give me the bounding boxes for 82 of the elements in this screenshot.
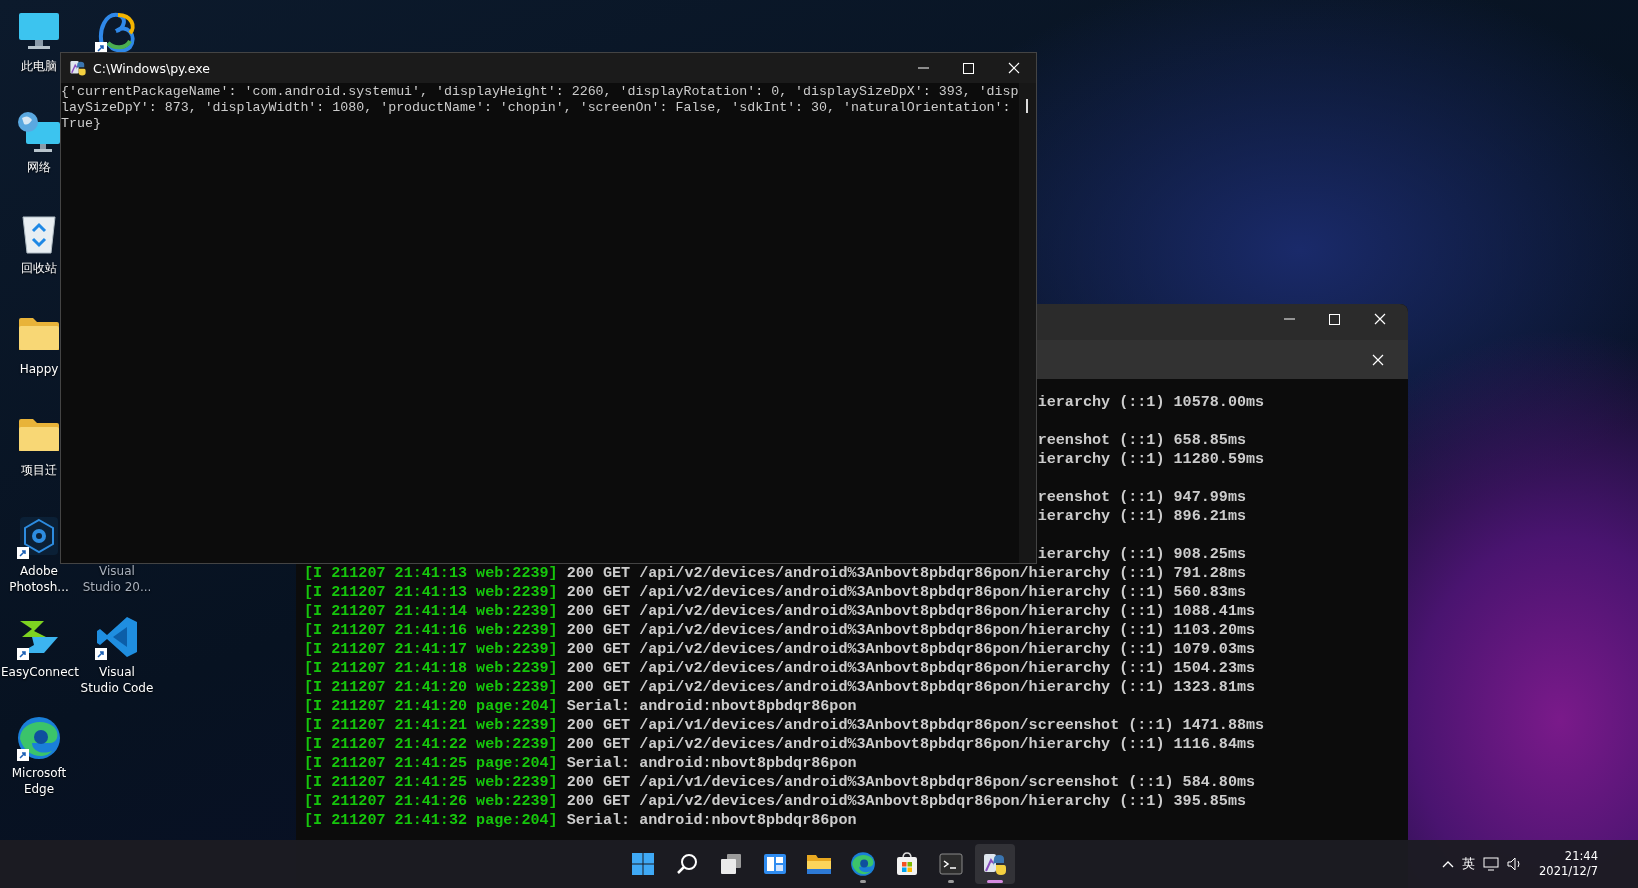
monitor-icon [17, 11, 61, 51]
network-icon [1483, 857, 1500, 871]
desktop-icon-label[interactable]: Visual Studio Code [79, 664, 155, 696]
clock-date[interactable]: 2021/12/7 [1539, 864, 1598, 879]
vscode-icon [95, 615, 139, 659]
shortcut-arrow-icon [95, 648, 107, 660]
network-icon [16, 110, 62, 154]
log-message: ierarchy (::1) 10578.00ms [1037, 393, 1265, 412]
minimize-icon [1284, 318, 1295, 320]
input-language-indicator[interactable]: 英 [1462, 855, 1476, 873]
log-tag: [I 211207 21:41:26 web:2239] [304, 792, 558, 811]
desktop-icon-label[interactable]: Microsoft Edge [1, 765, 77, 797]
clock-time[interactable]: 21:44 [1564, 849, 1598, 864]
log-message: Serial: android:nbovt8pbdqr86pon [566, 697, 857, 716]
python-launcher-icon [69, 59, 87, 77]
log-tag: [I 211207 21:41:20 web:2239] [304, 678, 558, 697]
window-title: C:\Windows\py.exe [93, 60, 211, 76]
close-icon [1371, 353, 1384, 366]
log-message: 200 GET /api/v2/devices/android%3Anbovt8pbdqr86pon/hierarchy (::1) 1079.03ms [566, 640, 1256, 659]
folder-icon [17, 316, 61, 352]
windows-start-icon [631, 852, 655, 876]
close-icon [1007, 62, 1020, 74]
photoshop-icon [19, 516, 59, 556]
minimize-icon [918, 67, 929, 69]
desktop-icon-label[interactable]: 项目迁 [21, 462, 57, 478]
search-icon [675, 852, 699, 876]
log-tag: [I 211207 21:41:13 web:2239] [304, 583, 558, 602]
log-tag: [I 211207 21:41:20 page:204] [304, 697, 558, 716]
log-message: 200 GET /api/v2/devices/android%3Anbovt8pbdqr86pon/hierarchy (::1) 560.83ms [566, 583, 1246, 602]
log-message: 200 GET /api/v1/devices/android%3Anbovt8pbdqr86pon/screenshot (::1) 584.80ms [566, 773, 1256, 792]
log-tag: [I 211207 21:41:16 web:2239] [304, 621, 558, 640]
console-output-line: laySizeDpY': 873, 'displayWidth': 1080, 'productName': 'chopin', 'screenOn': False, 'sdkInt': 30, 'naturalOrientation': [61, 100, 1012, 116]
widgets-icon [763, 852, 787, 876]
desktop-icon-label[interactable]: Happy [19, 361, 59, 377]
desktop-icon-label[interactable]: Adobe Photosh... [1, 563, 77, 595]
log-tag: [I 211207 21:41:18 web:2239] [304, 659, 558, 678]
log-tag: [I 211207 21:41:17 web:2239] [304, 640, 558, 659]
log-message: reenshot (::1) 947.99ms [1037, 488, 1246, 507]
shortcut-arrow-icon [17, 547, 29, 559]
log-message: ierarchy (::1) 896.21ms [1037, 507, 1246, 526]
taskbar-app-button[interactable] [975, 844, 1015, 884]
log-message: ierarchy (::1) 11280.59ms [1037, 450, 1265, 469]
log-message: Serial: android:nbovt8pbdqr86pon [566, 811, 857, 830]
edge-icon [850, 851, 876, 877]
close-icon [1373, 313, 1386, 325]
log-tag: [I 211207 21:41:13 web:2239] [304, 564, 558, 583]
shortcut-arrow-icon [17, 648, 29, 660]
log-message: 200 GET /api/v2/devices/android%3Anbovt8pbdqr86pon/hierarchy (::1) 1088.41ms [566, 602, 1256, 621]
log-message: Serial: android:nbovt8pbdqr86pon [566, 754, 857, 773]
log-message: 200 GET /api/v2/devices/android%3Anbovt8pbdqr86pon/hierarchy (::1) 1504.23ms [566, 659, 1256, 678]
log-tag: [I 211207 21:41:25 page:204] [304, 754, 558, 773]
desktop-icon-label[interactable]: 回收站 [21, 260, 57, 276]
desktop-icon-label[interactable]: 网络 [27, 159, 51, 175]
console-output-line: True} [61, 116, 102, 132]
maximize-icon [1329, 313, 1340, 325]
terminal-icon [939, 853, 963, 875]
chevron-up-icon [1442, 860, 1455, 868]
log-message: 200 GET /api/v2/devices/android%3Anbovt8pbdqr86pon/hierarchy (::1) 1103.20ms [566, 621, 1256, 640]
console-output-line: {'currentPackageName': 'com.android.systemui', 'displayHeight': 2260, 'displayRotation': 0, 'displaySizeDpX': 393, 'disp [61, 84, 1019, 100]
log-message: 200 GET /api/v2/devices/android%3Anbovt8pbdqr86pon/hierarchy (::1) 1116.84ms [566, 735, 1256, 754]
edge-icon [16, 715, 62, 761]
task-view-icon [719, 852, 743, 876]
log-tag: [I 211207 21:41:32 page:204] [304, 811, 558, 830]
log-tag: [I 211207 21:41:25 web:2239] [304, 773, 558, 792]
log-tag: [I 211207 21:41:14 web:2239] [304, 602, 558, 621]
folder-icon [17, 417, 61, 453]
desktop-icon-label[interactable]: Visual Studio 20... [79, 563, 155, 595]
log-message: 200 GET /api/v1/devices/android%3Anbovt8pbdqr86pon/screenshot (::1) 1471.88ms [566, 716, 1265, 735]
folder-icon [806, 852, 832, 876]
log-message: ierarchy (::1) 908.25ms [1037, 545, 1246, 564]
desktop-icon-label[interactable]: 此电脑 [21, 58, 57, 74]
log-message: 200 GET /api/v2/devices/android%3Anbovt8pbdqr86pon/hierarchy (::1) 1323.81ms [566, 678, 1256, 697]
log-message: 200 GET /api/v2/devices/android%3Anbovt8pbdqr86pon/hierarchy (::1) 791.28ms [566, 564, 1246, 583]
log-message: 200 GET /api/v2/devices/android%3Anbovt8pbdqr86pon/hierarchy (::1) 395.85ms [566, 792, 1246, 811]
log-message: reenshot (::1) 658.85ms [1037, 431, 1246, 450]
python-launcher-icon [982, 851, 1008, 877]
maximize-icon [963, 62, 974, 74]
shortcut-arrow-icon [17, 749, 29, 761]
store-bag-icon [895, 852, 919, 876]
desktop-icon-label[interactable]: EasyConnect [1, 664, 77, 680]
log-tag: [I 211207 21:41:21 web:2239] [304, 716, 558, 735]
log-tag: [I 211207 21:41:22 web:2239] [304, 735, 558, 754]
